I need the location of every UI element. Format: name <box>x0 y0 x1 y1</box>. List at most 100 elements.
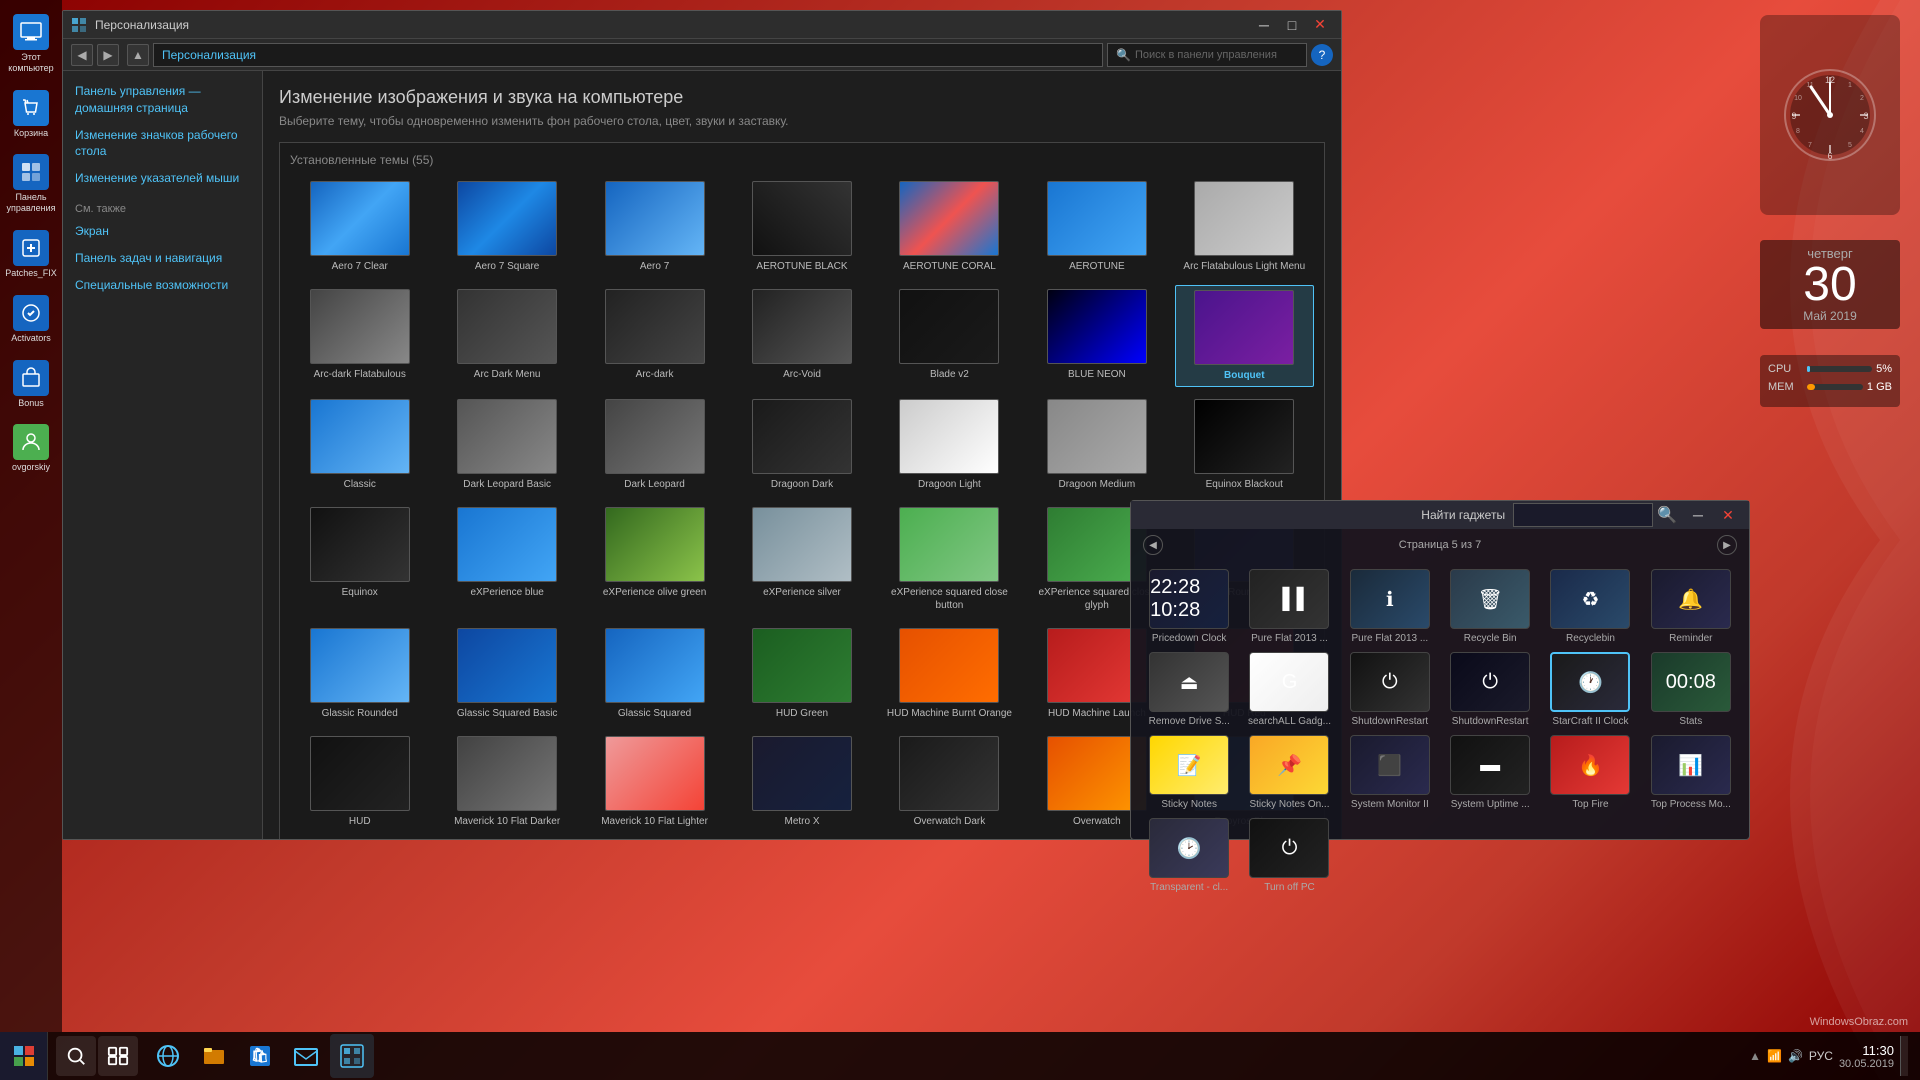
theme-item-dleopard[interactable]: Dark Leopard <box>585 395 724 495</box>
accessibility-link[interactable]: Специальные возможности <box>75 277 250 294</box>
theme-item-xpolive[interactable]: eXPerience olive green <box>585 503 724 616</box>
gadget-item-pureflat2[interactable]: ℹPure Flat 2013 ... <box>1344 569 1436 644</box>
gadget-item-topprocess[interactable]: 📊Top Process Mo... <box>1645 735 1737 810</box>
theme-item-mav10dark[interactable]: Maverick 10 Flat Darker <box>437 732 576 832</box>
theme-item-hud[interactable]: HUD <box>290 732 429 832</box>
gadget-item-stickynotes[interactable]: 📝Sticky Notes <box>1143 735 1235 810</box>
close-button[interactable]: ✕ <box>1307 15 1333 35</box>
taskbar-explorer-app[interactable] <box>192 1034 236 1078</box>
theme-item-mav10light[interactable]: Maverick 10 Flat Lighter <box>585 732 724 832</box>
gadgets-minimize-button[interactable]: ─ <box>1685 505 1711 525</box>
theme-item-bouquet[interactable]: Bouquet <box>1175 285 1314 387</box>
theme-item-glassicsq[interactable]: Glassic Squared <box>585 624 724 724</box>
gadget-item-topfire[interactable]: 🔥Top Fire <box>1544 735 1636 810</box>
theme-item-xpsqclosebtn[interactable]: eXPerience squared close button <box>880 503 1019 616</box>
sidebar-icon-computer[interactable]: Этот компьютер <box>3 10 59 78</box>
theme-item-arcdarkmenu[interactable]: Arc-dark <box>585 285 724 387</box>
theme-item-blueneon[interactable]: BLUE NEON <box>1027 285 1166 387</box>
theme-item-equinox[interactable]: Equinox <box>290 503 429 616</box>
theme-item-aero7[interactable]: Aero 7 <box>585 177 724 277</box>
gadget-item-sysuptime[interactable]: ▬System Uptime ... <box>1444 735 1536 810</box>
theme-item-aerotune[interactable]: AEROTUNE <box>1027 177 1166 277</box>
start-icon <box>12 1044 36 1068</box>
sidebar-icon-cpanel[interactable]: Панель управления <box>3 150 59 218</box>
gadget-label-topprocess: Top Process Mo... <box>1651 799 1731 810</box>
gadget-item-recyclebin[interactable]: ♻Recyclebin <box>1544 569 1636 644</box>
sidebar-icon-activators[interactable]: Activators <box>3 291 59 348</box>
theme-item-aeroblack[interactable]: AEROTUNE BLACK <box>732 177 871 277</box>
theme-item-owdark[interactable]: Overwatch Dark <box>880 732 1019 832</box>
gadget-item-recycle[interactable]: 🗑Recycle Bin <box>1444 569 1536 644</box>
theme-item-aerocoral[interactable]: AEROTUNE CORAL <box>880 177 1019 277</box>
gadgets-prev-button[interactable]: ◀ <box>1143 535 1163 555</box>
gadget-item-turnoff[interactable]: ⏻Turn off PC <box>1243 818 1335 893</box>
gadgets-close-button[interactable]: ✕ <box>1715 505 1741 525</box>
theme-item-glassicsqbasic[interactable]: Glassic Squared Basic <box>437 624 576 724</box>
gadget-item-removedrive[interactable]: ⏏Remove Drive S... <box>1143 652 1235 727</box>
icons-link[interactable]: Изменение значков рабочего стола <box>75 127 250 161</box>
gadgets-search-input[interactable] <box>1513 503 1653 527</box>
back-button[interactable]: ◀ <box>71 44 93 66</box>
gadget-item-pureflat1[interactable]: ▐▐Pure Flat 2013 ... <box>1243 569 1335 644</box>
gadgets-search-icon[interactable]: 🔍 <box>1657 505 1677 525</box>
theme-item-equinoxblack[interactable]: Equinox Blackout <box>1175 395 1314 495</box>
theme-item-arcvoid[interactable]: Arc-Void <box>732 285 871 387</box>
taskbar-mail-app[interactable] <box>284 1034 328 1078</box>
gadget-item-shutdown2[interactable]: ⏻ShutdownRestart <box>1444 652 1536 727</box>
sidebar-icon-basket[interactable]: Корзина <box>3 86 59 143</box>
show-desktop-button[interactable] <box>1900 1036 1908 1076</box>
cursors-link[interactable]: Изменение указателей мыши <box>75 170 250 187</box>
address-bar[interactable]: Персонализация <box>153 43 1103 67</box>
start-button[interactable] <box>0 1032 48 1080</box>
theme-item-blade[interactable]: Blade v2 <box>880 285 1019 387</box>
gadget-item-stickynoteson[interactable]: 📌Sticky Notes On... <box>1243 735 1335 810</box>
gadget-item-pricedown[interactable]: 22:28 10:28Pricedown Clock <box>1143 569 1235 644</box>
theme-thumb-arcflat <box>1194 181 1294 256</box>
gadget-item-transparent[interactable]: 🕑Transparent - cl... <box>1143 818 1235 893</box>
theme-item-arcdark[interactable]: Arc Dark Menu <box>437 285 576 387</box>
theme-item-dragoondark[interactable]: Dragoon Dark <box>732 395 871 495</box>
theme-item-aero7sq[interactable]: Aero 7 Square <box>437 177 576 277</box>
gadget-item-searchgadg[interactable]: GsearchALL Gadg... <box>1243 652 1335 727</box>
theme-item-aero7clear[interactable]: Aero 7 Clear <box>290 177 429 277</box>
taskbar-link[interactable]: Панель задач и навигация <box>75 250 250 267</box>
theme-item-hudgreen[interactable]: HUD Green <box>732 624 871 724</box>
maximize-button[interactable]: □ <box>1279 15 1305 35</box>
theme-item-dragoonlight[interactable]: Dragoon Light <box>880 395 1019 495</box>
theme-item-glassicround[interactable]: Glassic Rounded <box>290 624 429 724</box>
theme-item-dleopardbasic[interactable]: Dark Leopard Basic <box>437 395 576 495</box>
theme-item-classic[interactable]: Classic <box>290 395 429 495</box>
gadget-item-starcraft[interactable]: 🕐StarCraft II Clock <box>1544 652 1636 727</box>
up-button[interactable]: ▲ <box>127 44 149 66</box>
taskbar-ie-app[interactable] <box>146 1034 190 1078</box>
theme-item-hudmbo[interactable]: HUD Machine Burnt Orange <box>880 624 1019 724</box>
home-link[interactable]: Панель управления — домашняя страница <box>75 83 250 117</box>
sidebar-icon-ovgorskiy-label: ovgorskiy <box>12 462 50 473</box>
search-bar[interactable]: 🔍 Поиск в панели управления <box>1107 43 1307 67</box>
help-button[interactable]: ? <box>1311 44 1333 66</box>
sidebar-icon-bonus-label: Bonus <box>18 398 44 409</box>
gadget-item-sysmon[interactable]: ⬛System Monitor II <box>1344 735 1436 810</box>
task-view-button[interactable] <box>98 1036 138 1076</box>
forward-button[interactable]: ▶ <box>97 44 119 66</box>
search-taskbar-button[interactable] <box>56 1036 96 1076</box>
search-icon: 🔍 <box>1116 48 1131 62</box>
gadget-item-shutdown1[interactable]: ⏻ShutdownRestart <box>1344 652 1436 727</box>
taskbar-store-app[interactable]: 🛍 <box>238 1034 282 1078</box>
theme-thumb-metrox <box>752 736 852 811</box>
screen-link[interactable]: Экран <box>75 223 250 240</box>
gadget-item-stats[interactable]: 00:08Stats <box>1645 652 1737 727</box>
gadgets-next-button[interactable]: ▶ <box>1717 535 1737 555</box>
sidebar-icon-patches[interactable]: Patches_FIX <box>3 226 59 283</box>
gadget-item-reminder[interactable]: 🔔Reminder <box>1645 569 1737 644</box>
theme-item-metrox[interactable]: Metro X <box>732 732 871 832</box>
theme-item-xpblue[interactable]: eXPerience blue <box>437 503 576 616</box>
sidebar-icon-ovgorskiy[interactable]: ovgorskiy <box>3 420 59 477</box>
sidebar-icon-bonus[interactable]: Bonus <box>3 356 59 413</box>
minimize-button[interactable]: ─ <box>1251 15 1277 35</box>
theme-item-dragoonmed[interactable]: Dragoon Medium <box>1027 395 1166 495</box>
taskbar-personalization-app[interactable] <box>330 1034 374 1078</box>
theme-item-xpsilver[interactable]: eXPerience silver <box>732 503 871 616</box>
theme-item-arcdarkflat[interactable]: Arc-dark Flatabulous <box>290 285 429 387</box>
theme-item-arcflat[interactable]: Arc Flatabulous Light Menu <box>1175 177 1314 277</box>
